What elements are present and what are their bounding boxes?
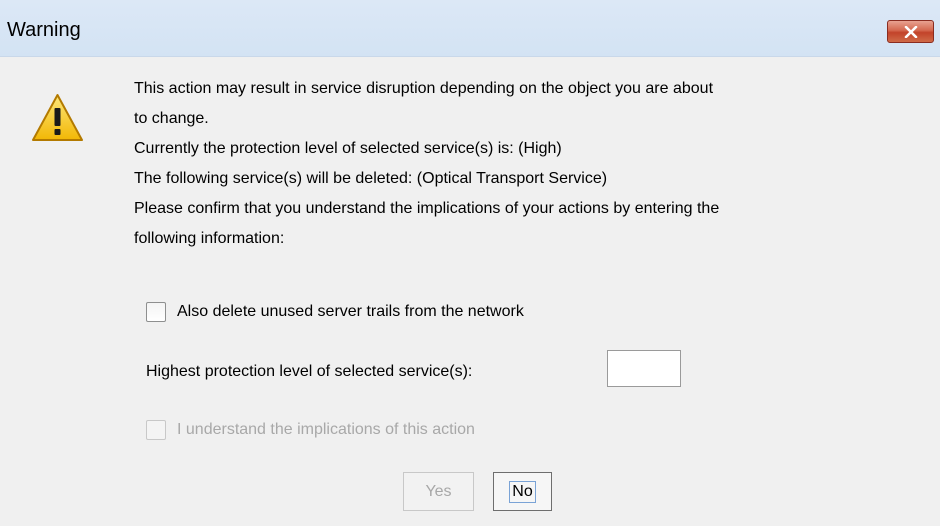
- message-line: The following service(s) will be deleted…: [134, 170, 608, 187]
- message-line: This action may result in service disrup…: [134, 80, 714, 97]
- message-line: Currently the protection level of select…: [134, 140, 562, 157]
- window-title: Warning: [7, 19, 81, 41]
- yes-button-label: Yes: [425, 482, 452, 500]
- message-line: Please confirm that you understand the i…: [134, 200, 720, 217]
- no-button[interactable]: No: [493, 472, 552, 511]
- warning-message: This action may result in service disrup…: [134, 74, 934, 254]
- message-line: following information:: [134, 230, 285, 247]
- warning-icon: [32, 94, 83, 141]
- close-button[interactable]: [887, 20, 934, 43]
- understand-option: I understand the implications of this ac…: [146, 420, 475, 440]
- no-button-label: No: [509, 480, 536, 503]
- message-line: to change.: [134, 110, 209, 127]
- delete-trails-option[interactable]: Also delete unused server trails from th…: [146, 302, 524, 322]
- delete-trails-label: Also delete unused server trails from th…: [177, 303, 524, 320]
- protection-level-label: Highest protection level of selected ser…: [146, 363, 473, 380]
- understand-checkbox: [146, 420, 166, 440]
- protection-level-input[interactable]: [607, 350, 681, 387]
- title-bar[interactable]: Warning: [0, 0, 940, 57]
- yes-button: Yes: [403, 472, 474, 511]
- warning-dialog: Warning This action may result in servic…: [0, 0, 940, 526]
- close-icon: [904, 25, 917, 38]
- understand-label: I understand the implications of this ac…: [177, 421, 475, 438]
- delete-trails-checkbox[interactable]: [146, 302, 166, 322]
